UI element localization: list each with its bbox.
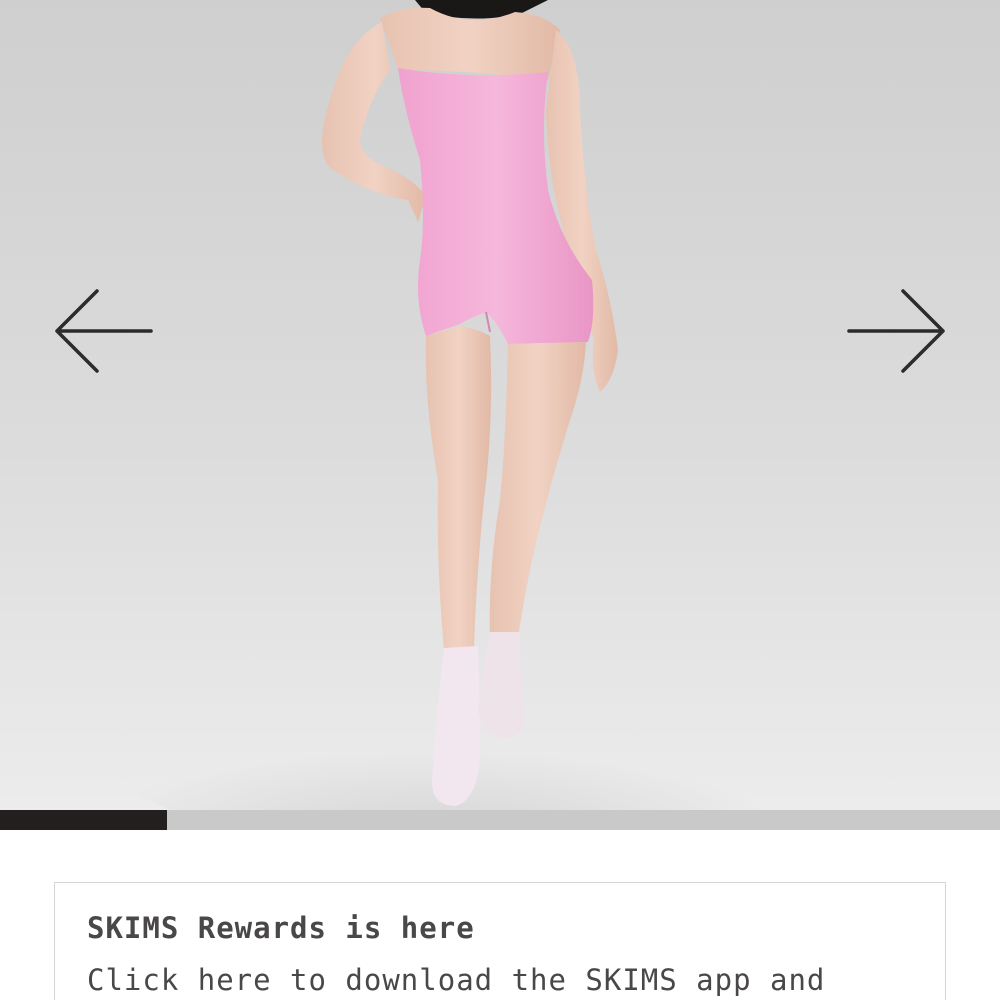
arrow-left-icon bbox=[55, 289, 153, 373]
carousel-progress-fill bbox=[0, 810, 167, 830]
product-image-carousel bbox=[0, 0, 1000, 830]
previous-image-button[interactable] bbox=[48, 280, 158, 380]
product-photo bbox=[0, 0, 1000, 810]
carousel-progress-track bbox=[0, 810, 1000, 830]
rewards-body[interactable]: Click here to download the SKIMS app and bbox=[87, 963, 825, 997]
rewards-banner[interactable]: SKIMS Rewards is here Click here to down… bbox=[54, 882, 946, 1000]
next-image-button[interactable] bbox=[842, 280, 952, 380]
arrow-right-icon bbox=[847, 289, 945, 373]
product-page: SKIMS Rewards is here Click here to down… bbox=[0, 0, 1000, 1000]
rewards-title: SKIMS Rewards is here bbox=[87, 911, 475, 945]
